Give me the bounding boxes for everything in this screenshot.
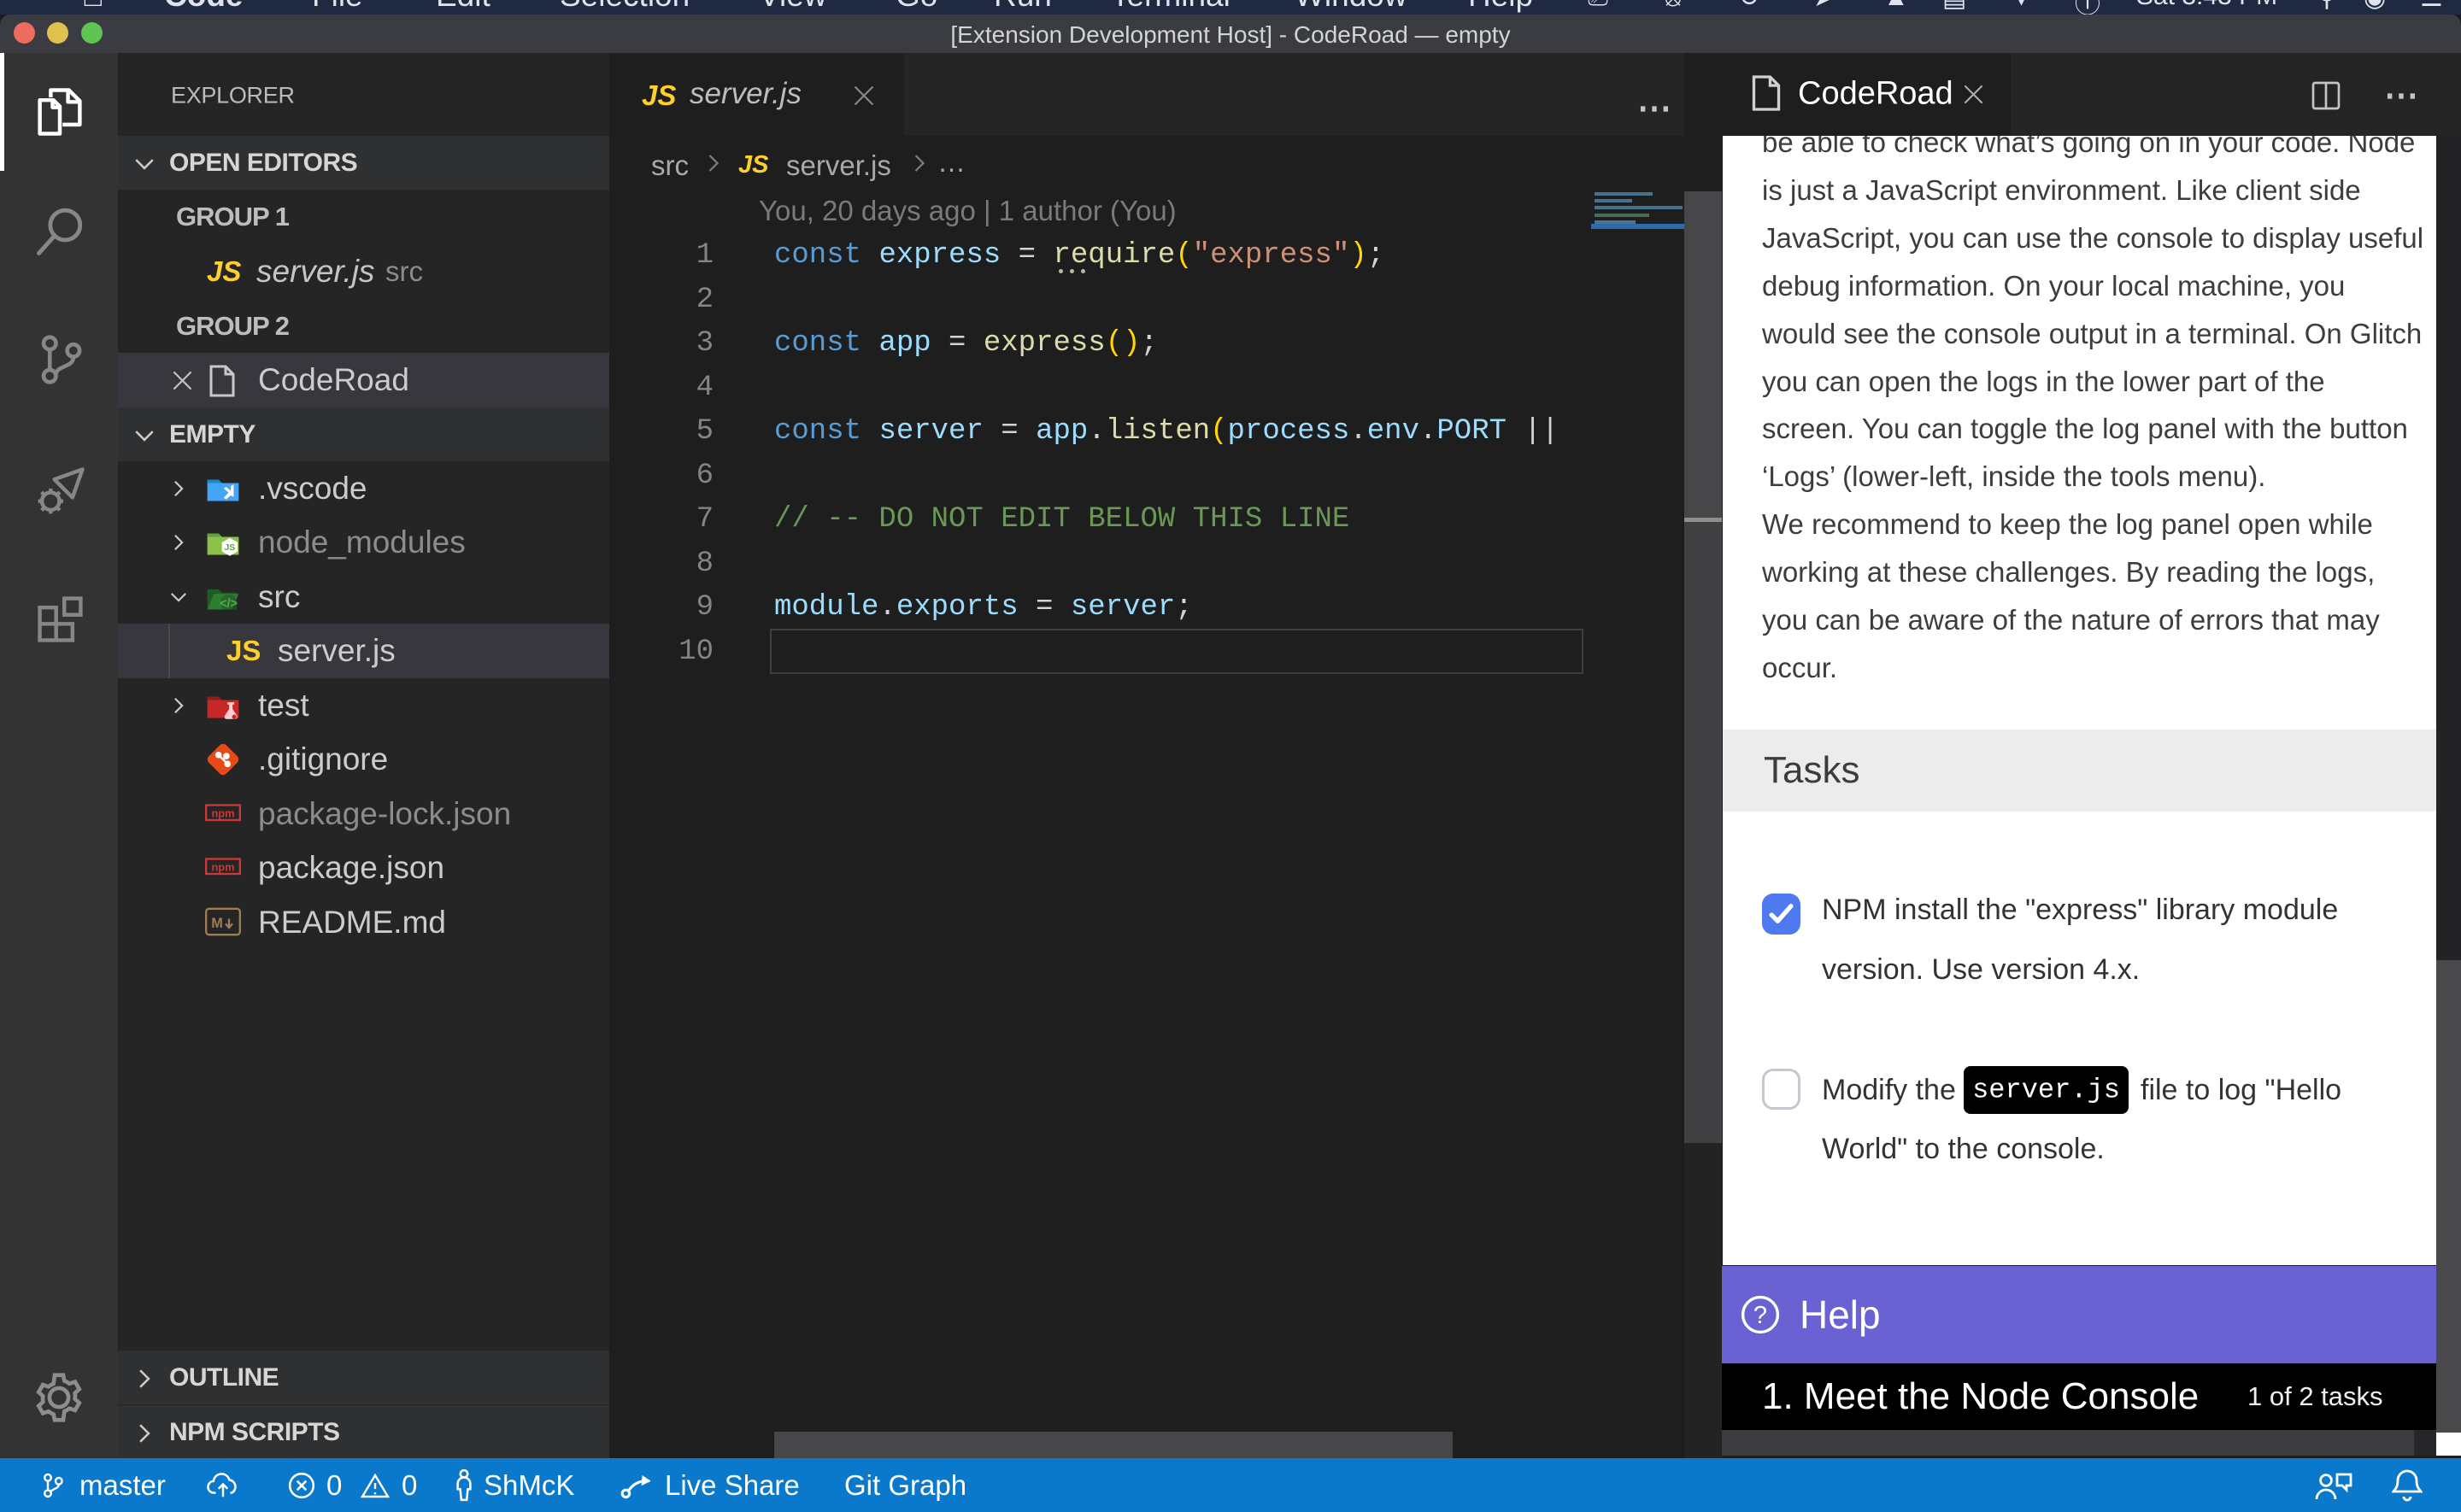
svg-text:?: ? [1753, 1302, 1767, 1329]
svg-text:JS: JS [224, 542, 235, 553]
svg-text:npm: npm [211, 861, 234, 874]
svg-text:</>: </> [220, 597, 238, 611]
svg-text:npm: npm [211, 807, 234, 820]
svg-text:M: M [211, 916, 223, 931]
